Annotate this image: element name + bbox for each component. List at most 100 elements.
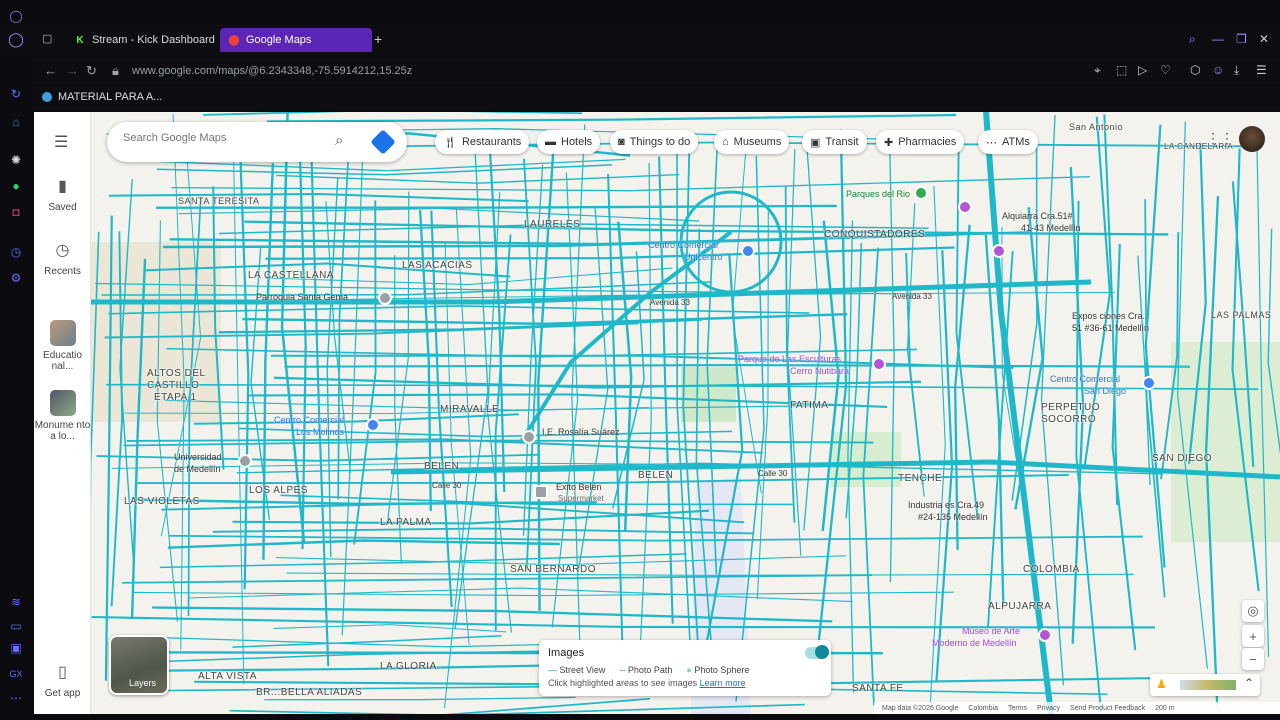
poi-label[interactable]: Expos ciones Cra.	[1072, 311, 1145, 321]
new-tab-button[interactable]: +	[374, 31, 382, 47]
snapshot-icon[interactable]: ⬚	[1116, 63, 1127, 77]
chip-museums[interactable]: ⌂ Museums	[714, 130, 790, 154]
mall-pin-icon[interactable]	[741, 244, 755, 258]
tab-google-maps[interactable]: ⬤ Google Maps	[220, 28, 372, 52]
gx-icon[interactable]: GX	[8, 666, 24, 682]
chip-things-to-do[interactable]: ◙ Things to do	[610, 130, 699, 154]
close-window-button[interactable]: ✕	[1259, 32, 1269, 46]
expand-icon[interactable]: ⌃	[1244, 676, 1254, 690]
poi-label[interactable]: Centro Comercial	[648, 240, 718, 250]
shop-pin-icon[interactable]	[992, 244, 1006, 258]
back-button[interactable]: ←	[44, 63, 57, 78]
chatgpt-icon[interactable]: ✺	[8, 152, 24, 168]
forward-button[interactable]: →	[66, 63, 79, 78]
chip-pharmacies[interactable]: ✚ Pharmacies	[876, 130, 965, 154]
poi-label[interactable]: Los Molinos	[296, 427, 344, 437]
poi-label[interactable]: Industria es Cra.49	[908, 500, 984, 510]
heart-icon[interactable]: ♡	[1160, 63, 1171, 77]
poi-label[interactable]: Cerro Nutibara	[790, 366, 849, 376]
street-view-pegman[interactable]: ♟ ⌃	[1150, 674, 1260, 696]
chip-hotels[interactable]: ▬ Hotels	[537, 130, 601, 154]
chip-atms[interactable]: ⋯ ATMs	[978, 130, 1038, 154]
more-icon[interactable]: ⋯	[8, 690, 24, 706]
poi-label[interactable]: Exito Belén	[556, 482, 602, 492]
pegman-icon[interactable]: ♟	[1156, 677, 1167, 691]
zoom-in-button[interactable]: +	[1242, 625, 1264, 647]
school-pin-icon[interactable]	[238, 454, 252, 468]
saved-button[interactable]: ▮ Saved	[34, 176, 91, 213]
mall-pin-icon[interactable]	[1142, 376, 1156, 390]
bookmark-item[interactable]: MATERIAL PARA A...	[42, 91, 162, 103]
school-pin-icon[interactable]	[522, 430, 536, 444]
menu-icon[interactable]: ☰	[54, 132, 68, 152]
images-toggle[interactable]	[805, 645, 829, 659]
poi-label[interactable]: I.E. Rosalía Suárez	[542, 427, 620, 437]
wifi-icon[interactable]: ≋	[8, 594, 24, 610]
museum-pin-icon[interactable]	[1038, 628, 1052, 642]
search-tabs-icon[interactable]: ⌕	[1189, 32, 1196, 47]
tab-overview-icon[interactable]: ▢	[42, 32, 52, 45]
recent-place-educational[interactable]: Educatio nal...	[34, 320, 91, 372]
poi-label[interactable]: San Diego	[1084, 386, 1126, 396]
poi-label[interactable]: Centro Comercial	[274, 415, 344, 425]
profile-icon[interactable]: ☺	[1212, 63, 1224, 77]
poi-label[interactable]: #24-135 Medellín	[918, 512, 988, 522]
extensions-icon[interactable]: ⬡	[1190, 63, 1200, 77]
poi-label[interactable]: Universidad	[174, 452, 222, 462]
history-icon[interactable]: ◷	[8, 244, 24, 260]
layers-button[interactable]: Layers	[109, 635, 169, 695]
footer-country[interactable]: Colombia	[968, 705, 998, 712]
easy-setup-icon[interactable]: ☰	[1256, 63, 1267, 77]
aria-icon[interactable]: ↻	[8, 86, 24, 102]
maximize-button[interactable]: ❐	[1236, 32, 1247, 46]
poi-label[interactable]: Supermarket	[558, 494, 604, 503]
poi-label[interactable]: 41-43 Medellín	[1021, 223, 1081, 233]
map-type-thumbnails[interactable]	[1180, 680, 1236, 690]
avatar[interactable]	[1239, 126, 1265, 152]
settings-icon[interactable]: ⚙	[8, 270, 24, 286]
chip-restaurants[interactable]: 🍴︎ Restaurants	[435, 130, 530, 154]
battery-icon[interactable]: ▭	[8, 618, 24, 634]
mall-pin-icon[interactable]	[366, 418, 380, 432]
search-input[interactable]	[123, 132, 323, 144]
tab-kick-dashboard[interactable]: K Stream - Kick Dashboard	[66, 28, 216, 52]
learn-more-link[interactable]: Learn more	[700, 678, 746, 688]
poi-label[interactable]: Centro Comercial	[1050, 374, 1120, 384]
player-icon[interactable]: ▷	[1138, 63, 1147, 77]
reload-button[interactable]: ↻	[86, 63, 97, 79]
whatsapp-icon[interactable]: ●	[8, 178, 24, 194]
poi-label[interactable]: Moderno de Medellín	[932, 638, 1017, 648]
poi-label[interactable]: Unicentro	[684, 252, 723, 262]
my-location-button[interactable]: ◎	[1242, 600, 1264, 622]
flow-icon[interactable]: ⌂	[8, 114, 24, 130]
recents-button[interactable]: ◷ Recents	[34, 240, 91, 277]
park-pin-icon[interactable]	[914, 186, 928, 200]
pin-icon[interactable]: ⌖	[1094, 63, 1101, 78]
poi-label[interactable]: Alquiarra Cra.51#	[1002, 211, 1073, 221]
shop-pin-icon[interactable]	[958, 200, 972, 214]
zoom-out-button[interactable]: −	[1242, 648, 1264, 670]
opera-menu-icon[interactable]: ◯	[8, 31, 24, 47]
poi-label[interactable]: Parques del Rio	[846, 189, 910, 199]
chip-transit[interactable]: ▣ Transit	[802, 130, 867, 154]
apps-grid-icon[interactable]: ⋮⋮	[1206, 130, 1234, 147]
search-icon[interactable]: ⌕	[335, 132, 343, 149]
directions-icon[interactable]	[370, 129, 396, 155]
map-canvas[interactable]	[91, 112, 1280, 714]
poi-label[interactable]: 51 #36-61 Medellín	[1072, 323, 1149, 333]
opera-logo-icon[interactable]: ◯	[8, 8, 24, 24]
cpu-icon[interactable]: ▣	[8, 640, 24, 656]
poi-label[interactable]: Museo de Arte	[962, 626, 1020, 636]
minimize-button[interactable]: —	[1212, 32, 1224, 46]
footer-terms[interactable]: Terms	[1008, 705, 1027, 712]
store-pin-icon[interactable]	[534, 485, 548, 499]
url-field[interactable]: www.google.com/maps/@6.2343348,-75.59142…	[132, 58, 1112, 84]
instagram-icon[interactable]: ◘	[8, 204, 24, 220]
get-app-button[interactable]: ▯ Get app	[34, 662, 91, 699]
download-icon[interactable]: ⤓	[1234, 63, 1239, 78]
footer-privacy[interactable]: Privacy	[1037, 705, 1060, 712]
attraction-pin-icon[interactable]	[872, 357, 886, 371]
poi-label[interactable]: Parroquia Santa Gema	[256, 292, 348, 302]
poi-label[interactable]: Parque de Las Esculturas	[738, 354, 841, 364]
footer-feedback[interactable]: Send Product Feedback	[1070, 705, 1145, 712]
